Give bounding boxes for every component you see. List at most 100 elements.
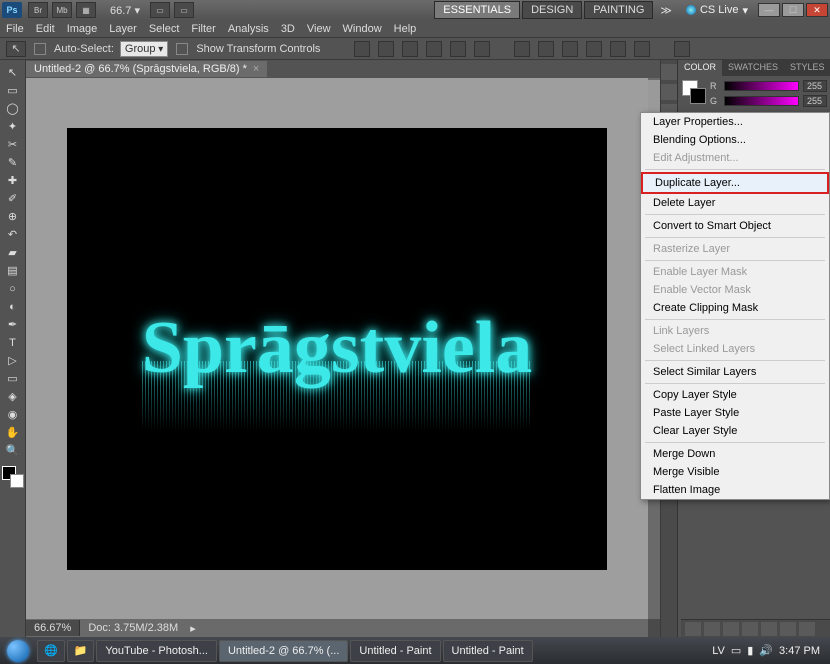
menu-3d[interactable]: 3D [281, 23, 295, 35]
tool-gradient[interactable]: ▤ [2, 262, 24, 279]
mask-icon[interactable] [723, 622, 739, 636]
distribute-icon[interactable] [586, 41, 602, 57]
ctx-duplicate-layer-[interactable]: Duplicate Layer... [641, 172, 829, 194]
doc-info[interactable]: Doc: 3.75M/2.38M [80, 620, 186, 636]
screen-mode-icon[interactable]: ▭ [174, 2, 194, 18]
workspace-more-icon[interactable]: ≫ [660, 4, 672, 17]
dock-icon[interactable] [661, 64, 677, 80]
taskbar-item[interactable]: Untitled - Paint [350, 640, 440, 662]
bridge-icon[interactable]: Br [28, 2, 48, 18]
menu-analysis[interactable]: Analysis [228, 23, 269, 35]
ctx-delete-layer[interactable]: Delete Layer [641, 194, 829, 212]
tool-crop[interactable]: ✂ [2, 136, 24, 153]
ctx-merge-visible[interactable]: Merge Visible [641, 463, 829, 481]
menu-edit[interactable]: Edit [36, 23, 55, 35]
distribute-icon[interactable] [610, 41, 626, 57]
r-slider[interactable] [724, 81, 799, 91]
ctx-merge-down[interactable]: Merge Down [641, 445, 829, 463]
tray-flag-icon[interactable]: ▭ [731, 644, 741, 657]
tool-3d-cam[interactable]: ◉ [2, 406, 24, 423]
minimize-button[interactable]: — [758, 3, 780, 17]
workspace-essentials[interactable]: ESSENTIALS [434, 1, 520, 19]
distribute-icon[interactable] [538, 41, 554, 57]
ctx-convert-to-smart-object[interactable]: Convert to Smart Object [641, 217, 829, 235]
align-icon[interactable] [474, 41, 490, 57]
taskbar-item[interactable]: Untitled-2 @ 66.7% (... [219, 640, 348, 662]
ctx-copy-layer-style[interactable]: Copy Layer Style [641, 386, 829, 404]
taskbar-item[interactable]: YouTube - Photosh... [96, 640, 217, 662]
tool-move[interactable]: ↖ [2, 64, 24, 81]
workspace-design[interactable]: DESIGN [522, 1, 582, 19]
panel-swatches[interactable] [682, 80, 706, 104]
tool-shape[interactable]: ▭ [2, 370, 24, 387]
g-slider[interactable] [724, 96, 799, 106]
tool-stamp[interactable]: ⊕ [2, 208, 24, 225]
taskbar-item[interactable]: 📁 [67, 640, 95, 662]
dock-icon[interactable] [661, 84, 677, 100]
tool-path[interactable]: ▷ [2, 352, 24, 369]
menu-image[interactable]: Image [67, 23, 98, 35]
view-extras-icon[interactable]: ▦ [76, 2, 96, 18]
cs-live[interactable]: CS Live ▾ [686, 4, 748, 17]
link-icon[interactable] [685, 622, 701, 636]
new-layer-icon[interactable] [780, 622, 796, 636]
ctx-link-layers[interactable]: Link Layers [641, 322, 829, 340]
ctx-edit-adjustment-[interactable]: Edit Adjustment... [641, 149, 829, 167]
ctx-blending-options-[interactable]: Blending Options... [641, 131, 829, 149]
tool-type[interactable]: T [2, 334, 24, 351]
align-icon[interactable] [426, 41, 442, 57]
tool-eraser[interactable]: ▰ [2, 244, 24, 261]
tool-pen[interactable]: ✒ [2, 316, 24, 333]
taskbar-item[interactable]: Untitled - Paint [443, 640, 533, 662]
close-tab-icon[interactable]: × [253, 63, 259, 75]
tool-history[interactable]: ↶ [2, 226, 24, 243]
distribute-icon[interactable] [514, 41, 530, 57]
menu-file[interactable]: File [6, 23, 24, 35]
zoom-percent[interactable]: 66.67% [26, 620, 80, 636]
ctx-paste-layer-style[interactable]: Paste Layer Style [641, 404, 829, 422]
tool-blur[interactable]: ○ [2, 280, 24, 297]
maximize-button[interactable]: ☐ [782, 3, 804, 17]
canvas[interactable]: Sprāgstviela [67, 128, 607, 570]
start-button[interactable] [0, 637, 36, 664]
menu-layer[interactable]: Layer [109, 23, 137, 35]
adjustment-icon[interactable] [742, 622, 758, 636]
taskbar-item[interactable]: 🌐 [37, 640, 65, 662]
tool-3d[interactable]: ◈ [2, 388, 24, 405]
tool-eyedropper[interactable]: ✎ [2, 154, 24, 171]
ctx-layer-properties-[interactable]: Layer Properties... [641, 113, 829, 131]
tool-brush[interactable]: ✐ [2, 190, 24, 207]
ctx-flatten-image[interactable]: Flatten Image [641, 481, 829, 499]
info-chevron-icon[interactable]: ▸ [190, 622, 196, 635]
tray-time[interactable]: 3:47 PM [779, 645, 820, 657]
menu-view[interactable]: View [307, 23, 331, 35]
tray-network-icon[interactable]: ▮ [747, 644, 753, 657]
distribute-icon[interactable] [634, 41, 650, 57]
align-icon[interactable] [354, 41, 370, 57]
tool-heal[interactable]: ✚ [2, 172, 24, 189]
tab-styles[interactable]: STYLES [784, 60, 830, 76]
arrange-icon[interactable]: ▭ [150, 2, 170, 18]
align-icon[interactable] [378, 41, 394, 57]
canvas-viewport[interactable]: Sprāgstviela [26, 78, 648, 619]
close-button[interactable]: ✕ [806, 3, 828, 17]
g-value[interactable]: 255 [803, 95, 827, 107]
menu-filter[interactable]: Filter [191, 23, 215, 35]
ctx-create-clipping-mask[interactable]: Create Clipping Mask [641, 299, 829, 317]
mini-bridge-icon[interactable]: Mb [52, 2, 72, 18]
tab-swatches[interactable]: SWATCHES [722, 60, 784, 76]
tool-zoom[interactable]: 🔍 [2, 442, 24, 459]
tool-wand[interactable]: ✦ [2, 118, 24, 135]
menu-select[interactable]: Select [149, 23, 180, 35]
ctx-enable-layer-mask[interactable]: Enable Layer Mask [641, 263, 829, 281]
tray-volume-icon[interactable]: 🔊 [759, 644, 773, 657]
ctx-select-similar-layers[interactable]: Select Similar Layers [641, 363, 829, 381]
fx-icon[interactable] [704, 622, 720, 636]
tab-color[interactable]: COLOR [678, 60, 722, 76]
tray-lang[interactable]: LV [712, 645, 725, 657]
move-tool-icon[interactable]: ↖ [6, 41, 26, 57]
document-tab[interactable]: Untitled-2 @ 66.7% (Sprāgstviela, RGB/8)… [26, 61, 267, 77]
ctx-enable-vector-mask[interactable]: Enable Vector Mask [641, 281, 829, 299]
ctx-select-linked-layers[interactable]: Select Linked Layers [641, 340, 829, 358]
menu-window[interactable]: Window [343, 23, 382, 35]
